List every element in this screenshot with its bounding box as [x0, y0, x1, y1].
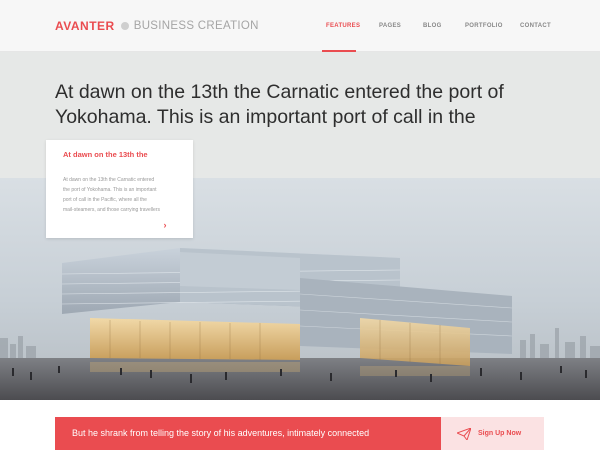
card-body-line: port of call in the Pacific, where all t…: [63, 197, 147, 203]
cta-banner: But he shrank from telling the story of …: [55, 417, 441, 450]
nav-item-pages[interactable]: PAGES: [379, 23, 401, 29]
main-nav: FEATURES PAGES BLOG PORTFOLIO CONTACT: [0, 0, 600, 52]
site-header: AVANTER BUSINESS CREATION FEATURES PAGES…: [0, 0, 600, 52]
card-body: At dawn on the 13th the Carnatic entered…: [63, 175, 185, 215]
sign-up-label: Sign Up Now: [478, 430, 522, 437]
card-body-line: mail-steamers, and those carrying travel…: [63, 207, 160, 213]
hero-headline-line-2: Yokohama. This is an important port of c…: [55, 106, 476, 128]
chevron-right-icon[interactable]: ›: [160, 220, 170, 230]
sign-up-button[interactable]: Sign Up Now: [441, 417, 544, 450]
card-body-line: the port of Yokohama. This is an importa…: [63, 187, 157, 193]
paper-plane-icon: [457, 428, 471, 440]
nav-item-blog[interactable]: BLOG: [423, 23, 442, 29]
hero-headline-line-1: At dawn on the 13th the Carnatic entered…: [55, 81, 504, 103]
nav-item-contact[interactable]: CONTACT: [520, 23, 551, 29]
feature-card: At dawn on the 13th the At dawn on the 1…: [46, 140, 193, 238]
nav-item-features[interactable]: FEATURES: [326, 23, 360, 29]
hero-headline: At dawn on the 13th the Carnatic entered…: [55, 80, 575, 130]
nav-item-portfolio[interactable]: PORTFOLIO: [465, 23, 503, 29]
card-title: At dawn on the 13th the: [63, 150, 148, 159]
card-body-line: At dawn on the 13th the Carnatic entered: [63, 177, 155, 183]
cta-text: But he shrank from telling the story of …: [72, 428, 370, 438]
